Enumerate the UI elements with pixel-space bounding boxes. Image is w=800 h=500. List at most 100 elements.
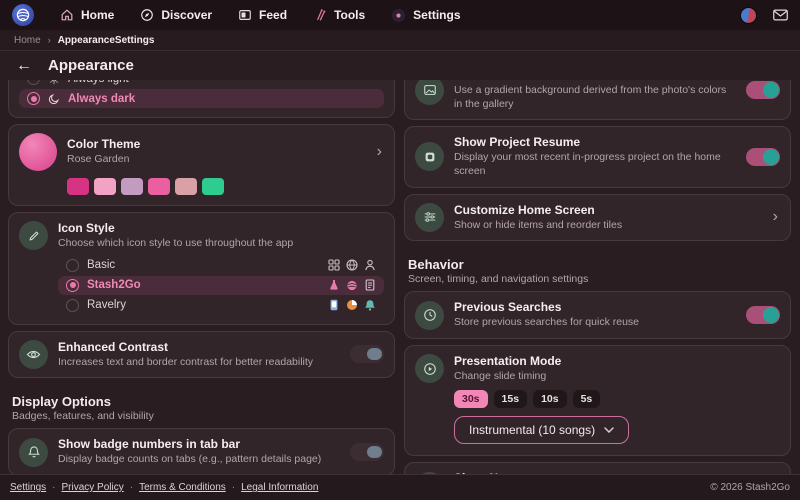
- user-avatar[interactable]: [740, 6, 757, 24]
- radio-selected[interactable]: [66, 278, 79, 292]
- yarn-ball-logo-icon: [16, 8, 30, 22]
- customize-home-card[interactable]: Customize Home Screen Show or hide items…: [404, 193, 791, 242]
- playlist-dropdown[interactable]: Instrumental (10 songs): [454, 416, 630, 445]
- customize-home-circle: [415, 202, 444, 232]
- badge-numbers-subtitle: Display badge counts on tabs (e.g., patt…: [58, 453, 322, 466]
- color-theme-card[interactable]: Color Theme Rose Garden ›: [8, 124, 395, 206]
- yarn-ball-icon: [347, 281, 357, 291]
- enhanced-contrast-circle: [19, 339, 48, 369]
- section-title: Display Options: [12, 394, 111, 410]
- basic-style-preview: [328, 259, 376, 271]
- presentation-mode-card: Presentation Mode Change slide timing 30…: [404, 344, 791, 457]
- radio-unselected[interactable]: [27, 80, 40, 85]
- icon-style-option-basic[interactable]: Basic: [58, 256, 384, 275]
- radio-selected[interactable]: [27, 92, 40, 105]
- color-swatch[interactable]: [148, 178, 170, 195]
- icon-style-option-ravelry[interactable]: Ravelry: [58, 296, 384, 315]
- mail-icon[interactable]: [773, 9, 788, 21]
- project-resume-subtitle: Display your most recent in-progress pro…: [454, 151, 721, 177]
- nav-item-feed[interactable]: Feed: [238, 8, 287, 22]
- top-nav: Home Discover Feed Tools Settings: [0, 0, 800, 30]
- theme-option-label: Always light: [68, 80, 129, 85]
- theme-mode-card: Always light Always dark: [8, 80, 395, 118]
- color-swatch[interactable]: [121, 178, 143, 195]
- eye-icon: [26, 350, 41, 359]
- gradient-background-card: Use a gradient background derived from t…: [404, 80, 791, 121]
- color-swatch[interactable]: [94, 178, 116, 195]
- layered-square-icon: [425, 152, 434, 162]
- gradient-background-subtitle: Use a gradient background derived from t…: [454, 84, 727, 110]
- settings-scroll-area[interactable]: Always light Always dark Color Theme Ros…: [0, 80, 800, 474]
- feed-frame-icon: [239, 10, 251, 20]
- playlist-dropdown-value: Instrumental (10 songs): [469, 423, 596, 438]
- theme-option-always-dark[interactable]: Always dark: [19, 89, 384, 108]
- footer-link-privacy[interactable]: Privacy Policy: [61, 482, 123, 493]
- icon-style-card: Icon Style Choose which icon style to us…: [8, 212, 395, 325]
- play-circle-icon: [423, 362, 436, 375]
- chevron-right-icon: ›: [772, 208, 778, 226]
- show-notes-circle: [415, 471, 444, 474]
- previous-searches-title: Previous Searches: [454, 300, 562, 315]
- theme-color-preview: [19, 133, 57, 171]
- nav-label: Tools: [334, 8, 366, 22]
- ravelry-style-preview: [328, 299, 376, 311]
- gradient-background-toggle[interactable]: [746, 81, 780, 100]
- footer-link-legal[interactable]: Legal Information: [241, 482, 318, 493]
- nav-item-discover[interactable]: Discover: [140, 8, 212, 22]
- footer-link-terms[interactable]: Terms & Conditions: [139, 482, 226, 493]
- color-swatch[interactable]: [175, 178, 197, 195]
- page-footer: Settings · Privacy Policy · Terms & Cond…: [0, 474, 800, 500]
- show-notes-card: Show Notes Display project/pattern notes…: [404, 462, 791, 474]
- display-options-section-header: Display Options Badges, features, and vi…: [8, 384, 395, 428]
- page-header: ← Appearance: [0, 51, 800, 80]
- presentation-mode-title: Presentation Mode: [454, 353, 562, 368]
- radio-unselected[interactable]: [66, 258, 79, 272]
- enhanced-contrast-toggle[interactable]: [350, 345, 384, 364]
- icon-style-title: Icon Style: [58, 221, 115, 235]
- breadcrumb-home[interactable]: Home: [14, 35, 41, 46]
- icon-style-circle: [19, 221, 48, 251]
- nav-item-home[interactable]: Home: [60, 8, 114, 22]
- color-swatch[interactable]: [67, 178, 89, 195]
- color-wheel-icon: [347, 300, 357, 311]
- paper-icon: [365, 279, 375, 291]
- nav-item-settings[interactable]: Settings: [391, 8, 461, 23]
- footer-link-settings[interactable]: Settings: [10, 482, 46, 493]
- previous-searches-toggle[interactable]: [746, 306, 780, 325]
- timing-pill-15s[interactable]: 15s: [493, 390, 528, 409]
- icon-style-option-label: Stash2Go: [87, 279, 141, 292]
- previous-searches-card: Previous Searches Store previous searche…: [404, 291, 791, 339]
- nav-label: Settings: [413, 8, 461, 22]
- presentation-mode-subtitle: Change slide timing: [454, 369, 547, 382]
- badge-numbers-circle: [19, 437, 48, 467]
- app-logo[interactable]: [12, 4, 34, 26]
- image-icon: [423, 85, 436, 96]
- timing-pill-30s[interactable]: 30s: [454, 390, 488, 409]
- left-column: Always light Always dark Color Theme Ros…: [8, 80, 395, 474]
- theme-option-always-light[interactable]: Always light: [19, 80, 384, 88]
- icon-style-option-label: Ravelry: [87, 299, 126, 312]
- chevron-right-icon: ›: [376, 143, 382, 160]
- previous-searches-circle: [415, 300, 444, 330]
- color-theme-title: Color Theme: [67, 137, 141, 152]
- back-button[interactable]: ←: [16, 57, 32, 74]
- nav-label: Feed: [259, 8, 288, 22]
- color-swatch[interactable]: [202, 178, 224, 195]
- enhanced-contrast-subtitle: Increases text and border contrast for b…: [58, 355, 314, 368]
- badge-numbers-toggle[interactable]: [350, 443, 384, 462]
- nav-item-tools[interactable]: Tools: [313, 8, 365, 22]
- chevron-down-icon: [604, 427, 614, 434]
- radio-unselected[interactable]: [66, 298, 79, 312]
- icon-style-option-stash2go[interactable]: Stash2Go: [58, 275, 384, 295]
- sun-icon: [50, 80, 58, 84]
- project-resume-toggle[interactable]: [746, 147, 780, 166]
- explore-compass-icon: [141, 9, 154, 21]
- previous-searches-subtitle: Store previous searches for quick reuse: [454, 316, 640, 329]
- dot-separator: ·: [231, 482, 236, 493]
- timing-pill-10s[interactable]: 10s: [533, 390, 567, 409]
- project-resume-card: Show Project Resume Display your most re…: [404, 126, 791, 188]
- enhanced-contrast-card: Enhanced Contrast Increases text and bor…: [8, 330, 395, 379]
- bell-icon: [27, 446, 40, 458]
- timing-pill-5s[interactable]: 5s: [572, 390, 601, 409]
- footer-links: Settings · Privacy Policy · Terms & Cond…: [10, 482, 318, 493]
